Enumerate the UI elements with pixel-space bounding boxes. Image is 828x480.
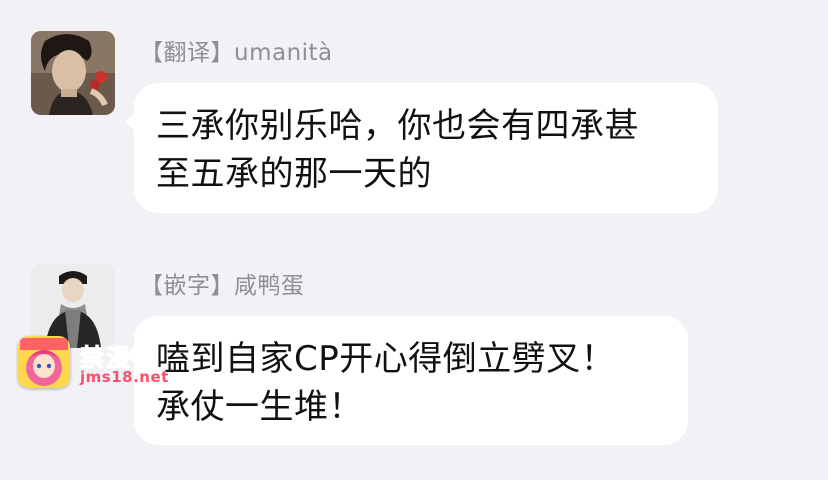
message-text-line: 至五承的那一天的 — [156, 154, 432, 194]
message-text-line: 三承你别乐哈，你也会有四承甚 — [156, 106, 639, 146]
avatar-translator[interactable] — [31, 31, 115, 115]
avatar-translator-image — [31, 31, 115, 115]
message-text-line: 承仗一生堆！ — [156, 387, 363, 427]
watermark-url: jms18.net — [80, 368, 169, 386]
watermark-logo-icon — [18, 336, 70, 388]
message-bubble[interactable]: 嗑到自家CP开心得倒立劈叉！ 承仗一生堆！ — [125, 316, 688, 445]
message-bubble[interactable]: 三承你别乐哈，你也会有四承甚 至五承的那一天的 — [125, 83, 718, 213]
watermark: 禁漫社 jms18.net — [18, 336, 168, 390]
sender-name: 【嵌字】咸鸭蛋 — [140, 273, 305, 299]
sender-name: 【翻译】umanità — [140, 40, 333, 66]
message-text-line: 嗑到自家CP开心得倒立劈叉！ — [156, 339, 616, 379]
